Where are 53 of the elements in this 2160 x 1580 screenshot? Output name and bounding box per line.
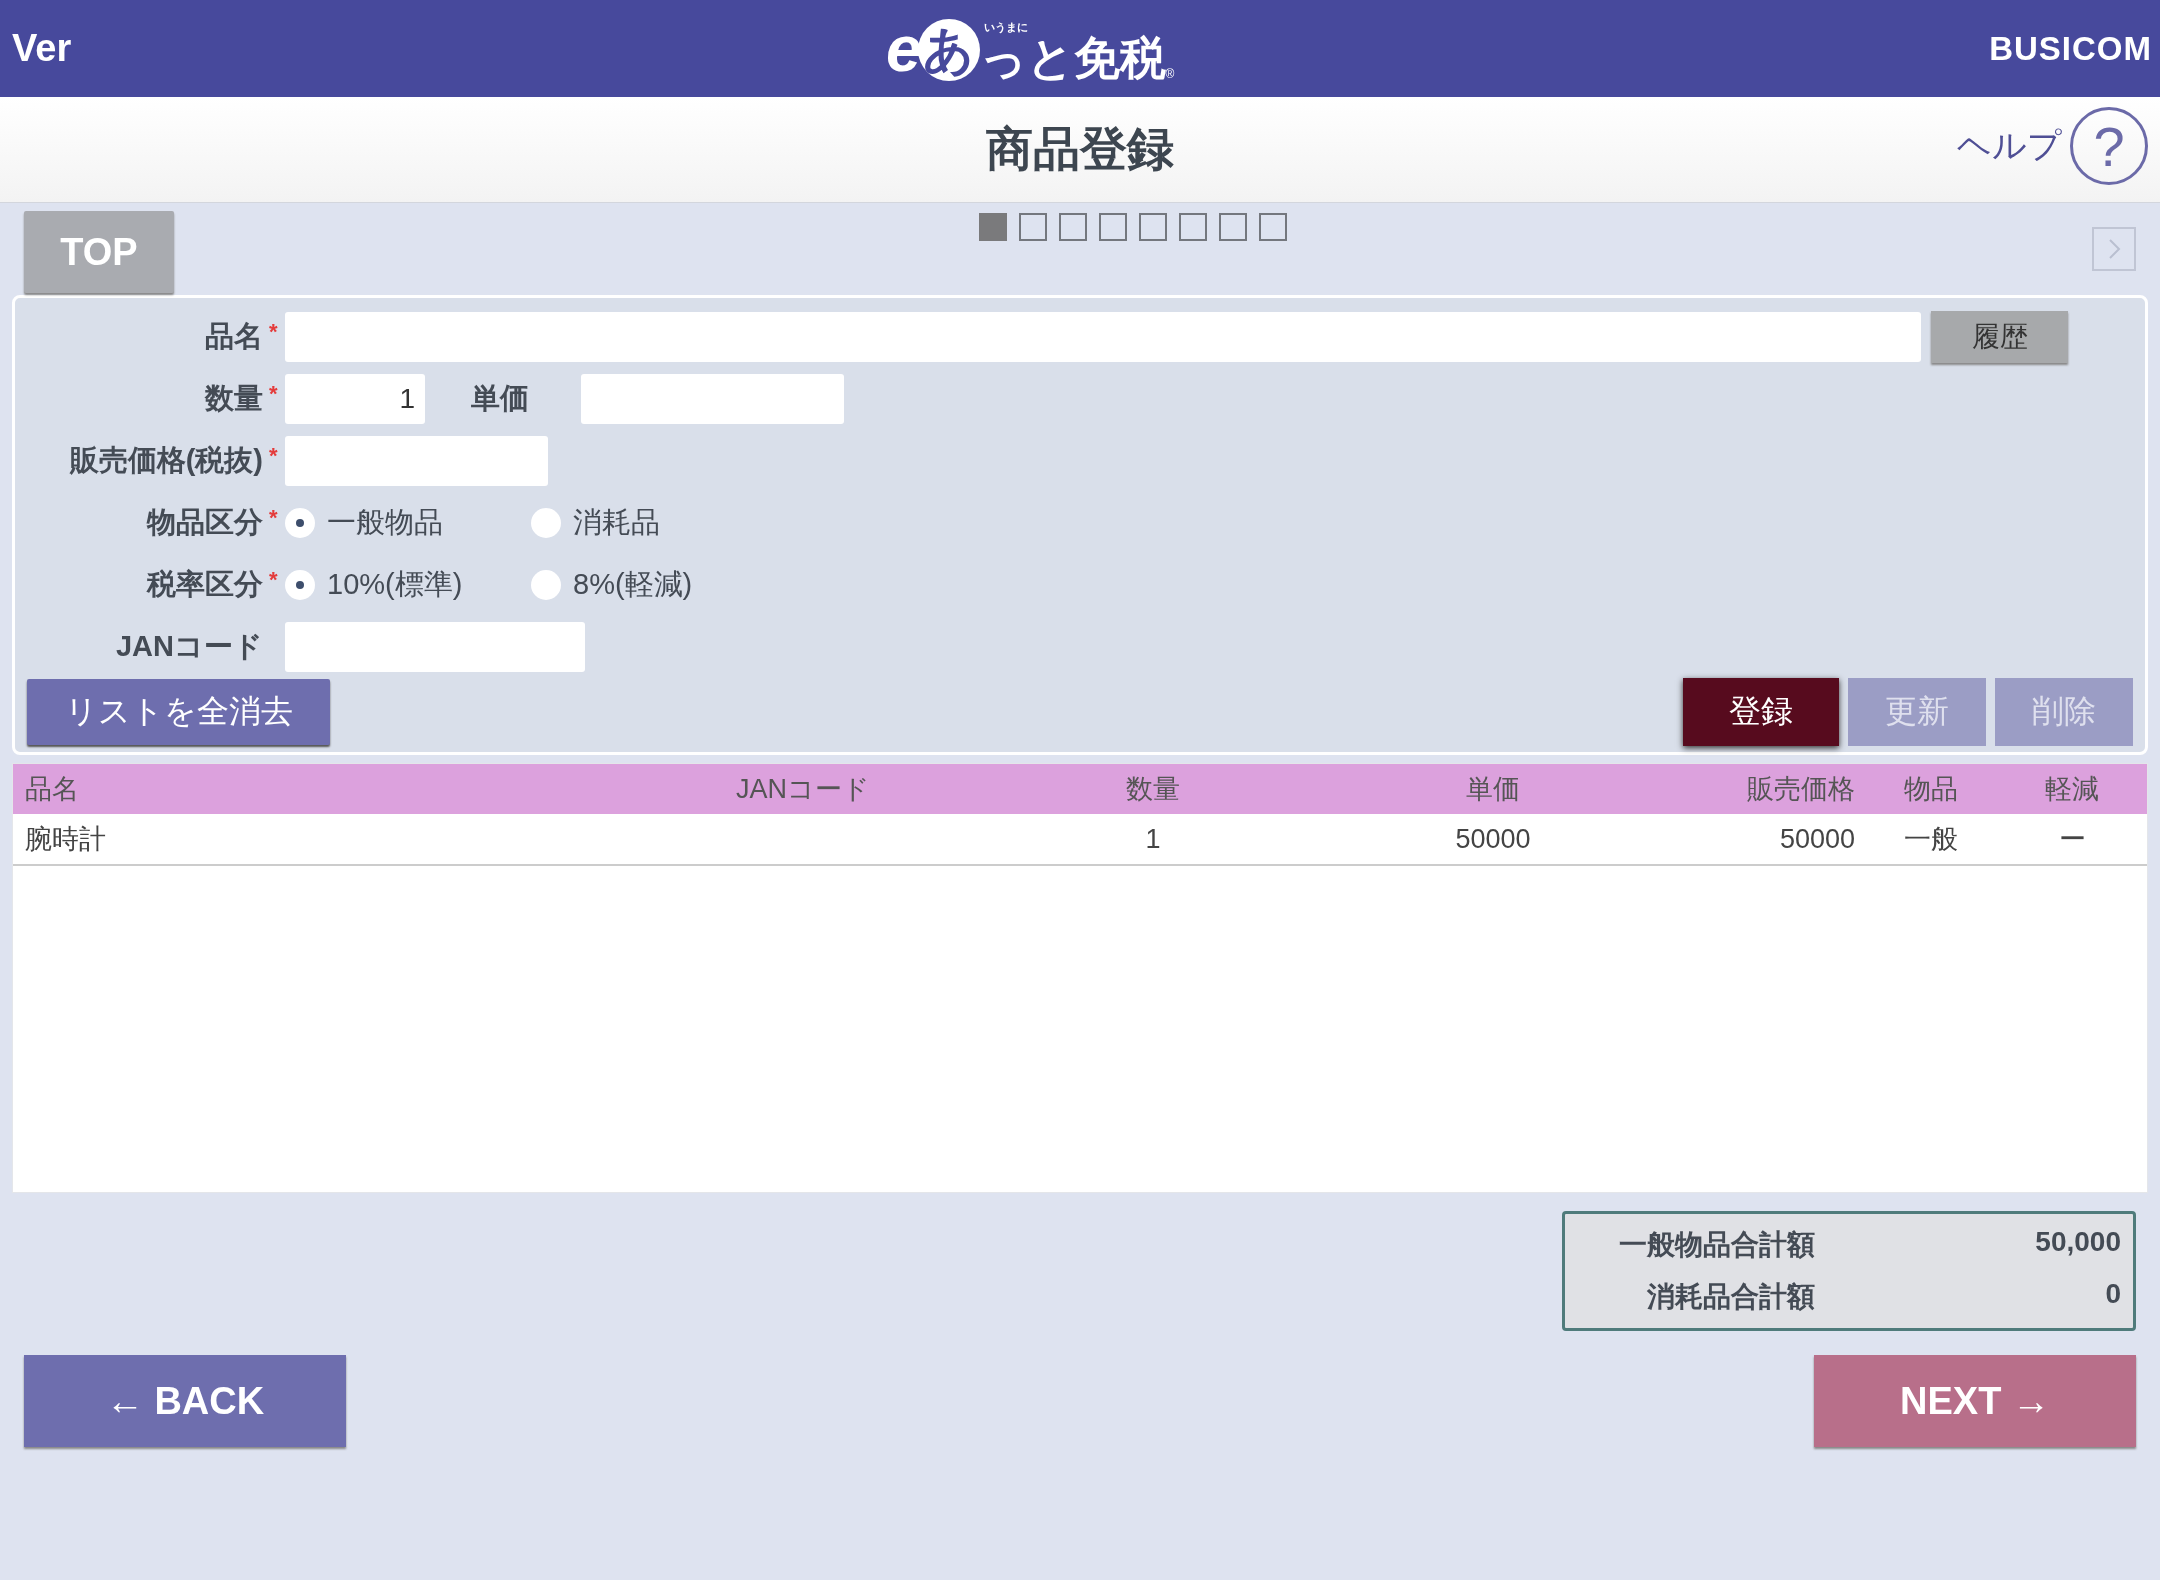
field-label: 単価 [471, 382, 529, 414]
field-label: 物品区分 [147, 505, 263, 540]
option-label[interactable]: 一般物品 [327, 503, 443, 543]
table-cell: 一般 [1865, 814, 1997, 866]
help-icon[interactable]: ? [2070, 107, 2148, 185]
required-mark: * [269, 381, 279, 407]
column-header: 単価 [1273, 764, 1713, 814]
back-button[interactable]: ← BACK [24, 1355, 346, 1447]
field-label: 販売価格(税抜) [69, 443, 263, 478]
required-mark: * [269, 443, 279, 469]
page-title: 商品登録 [986, 121, 1174, 177]
option-label[interactable]: 消耗品 [573, 503, 660, 543]
column-header: 品名 [13, 764, 573, 814]
required-mark: * [269, 319, 279, 345]
total-value: 0 [2104, 1278, 2121, 1311]
radio-button[interactable] [531, 508, 561, 538]
field-label: 品名 [205, 319, 263, 354]
jan-code-field[interactable] [285, 622, 585, 672]
table-cell: 50000 [1713, 814, 1865, 866]
help-link[interactable]: ヘルプ [1957, 123, 2062, 169]
radio-button[interactable] [531, 570, 561, 600]
total-label: 消耗品合計額 [1646, 1280, 1815, 1314]
brand-name: BUSICOM [1989, 29, 2152, 68]
history-button[interactable]: 履歴 [1931, 311, 2068, 363]
column-header: 販売価格 [1713, 764, 1865, 814]
column-header: JANコード [573, 764, 1033, 814]
table-cell: ー [1997, 814, 2147, 866]
unit-price-field[interactable] [581, 374, 844, 424]
sale-price-field[interactable] [285, 436, 548, 486]
column-header: 数量 [1033, 764, 1273, 814]
version-label: Ver [12, 27, 72, 70]
total-value: 50,000 [2034, 1226, 2121, 1259]
clear-list-button[interactable]: リストを全消去 [27, 679, 330, 745]
column-header: 物品 [1865, 764, 1997, 814]
radio-button[interactable] [285, 570, 315, 600]
action-button[interactable]: 登録 [1683, 678, 1839, 746]
radio-button[interactable] [285, 508, 315, 538]
field-label: JANコード [116, 629, 263, 664]
field-label: 税率区分 [147, 567, 263, 602]
table-cell: 1 [1033, 814, 1273, 866]
total-label: 一般物品合計額 [1618, 1228, 1815, 1262]
table-cell: 50000 [1273, 814, 1713, 866]
table-cell: 腕時計 [13, 814, 573, 866]
option-label[interactable]: 10%(標準) [327, 565, 463, 605]
next-button[interactable]: NEXT → [1814, 1355, 2136, 1447]
quantity-field[interactable]: 1 [285, 374, 425, 424]
required-mark: * [269, 505, 279, 531]
required-mark: * [269, 567, 279, 593]
column-header: 軽減 [1997, 764, 2147, 814]
chevron-right-icon[interactable] [2092, 227, 2136, 271]
name-field[interactable] [285, 312, 1921, 362]
option-label[interactable]: 8%(軽減) [573, 565, 693, 605]
field-label: 数量 [205, 381, 263, 416]
